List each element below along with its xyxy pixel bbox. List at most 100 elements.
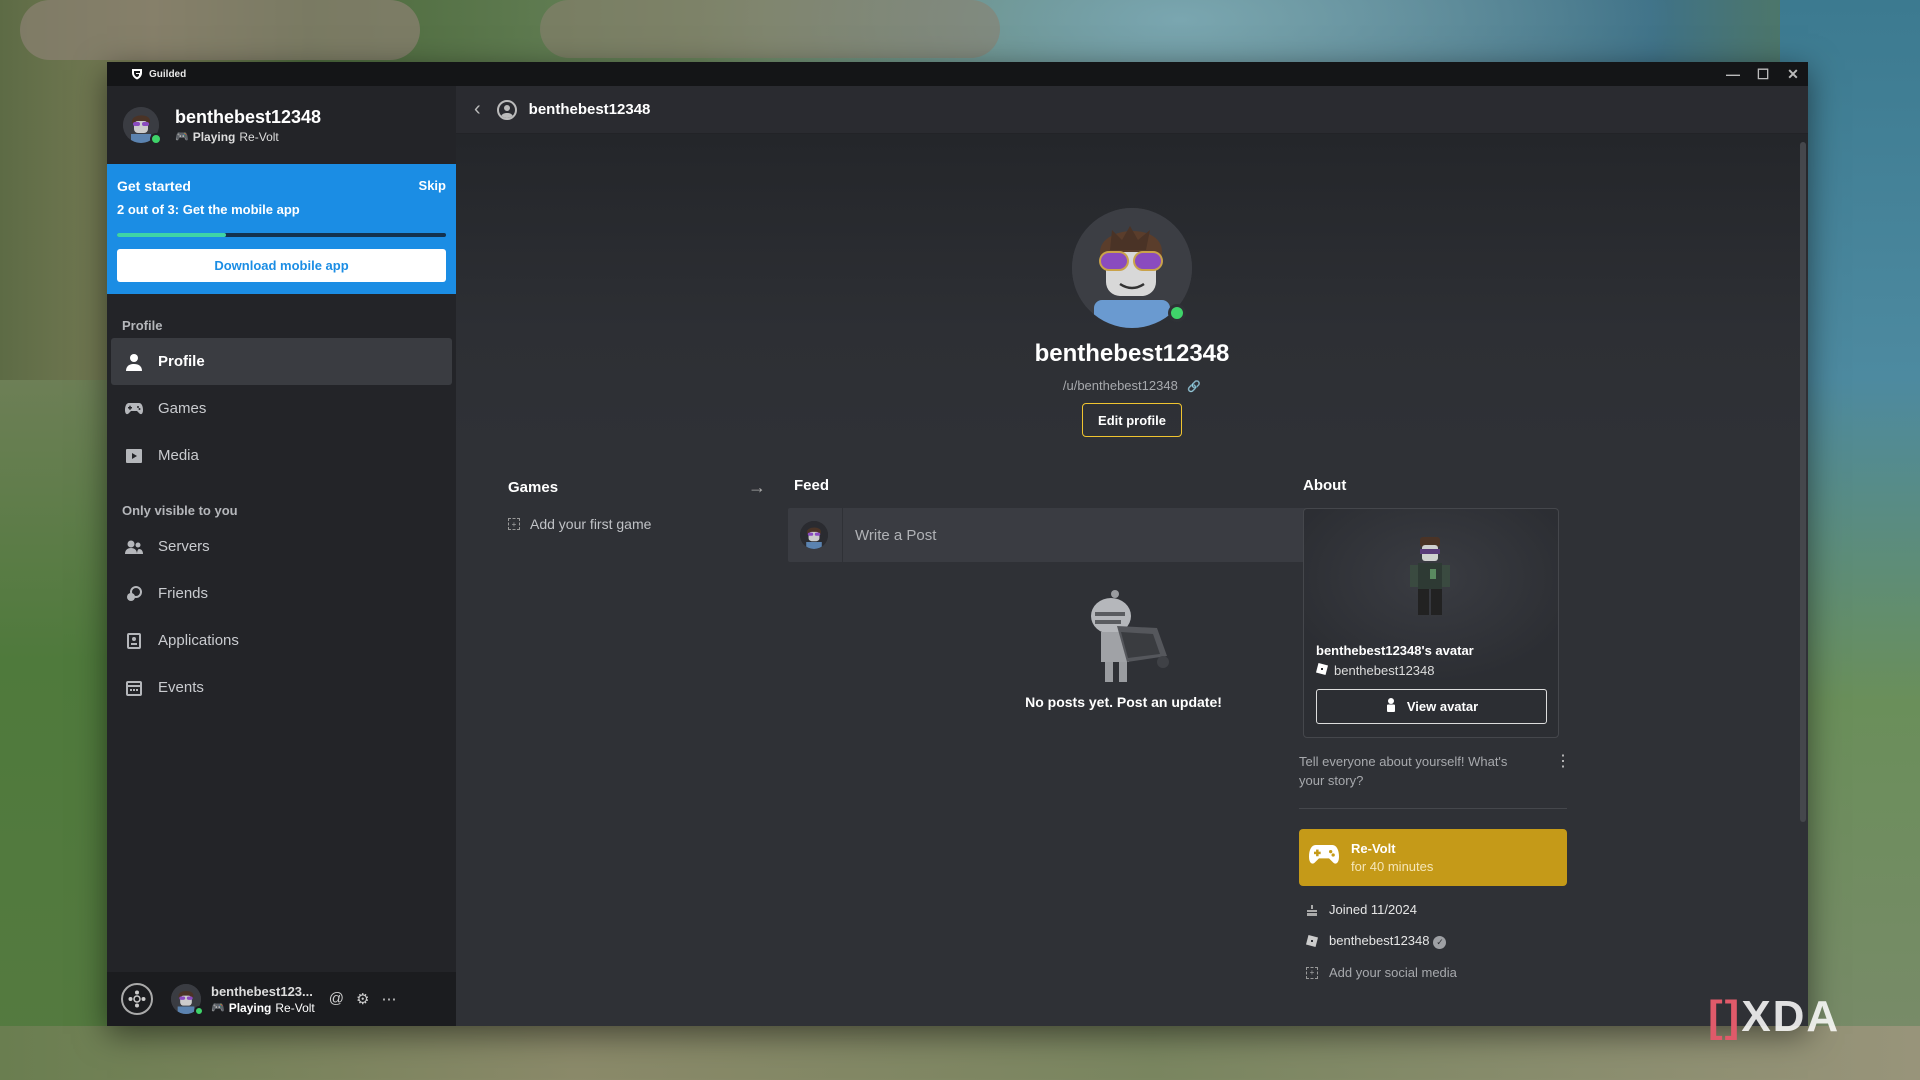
- add-social-media-button[interactable]: + Add your social media: [1299, 965, 1575, 980]
- user-header[interactable]: benthebest12348 🎮 Playing Re-Volt: [107, 86, 456, 164]
- get-started-banner: Get started Skip 2 out of 3: Get the mob…: [107, 164, 456, 294]
- mention-icon[interactable]: @: [329, 990, 344, 1008]
- app-window: Guilded — ☐ ✕ benthebest12348 🎮 Playing …: [107, 62, 1808, 1026]
- desktop-foreground: [0, 1026, 1920, 1080]
- avatar-figure-icon: [1410, 537, 1450, 615]
- footer-user-name: benthebest123...: [211, 983, 313, 999]
- sidebar-item-servers[interactable]: Servers: [111, 523, 452, 570]
- feed-title: Feed: [794, 477, 830, 494]
- sidebar-item-label: Servers: [158, 538, 210, 555]
- xda-watermark-logo: []XDA: [1708, 992, 1840, 1042]
- nav-section-profile: Profile: [122, 318, 163, 333]
- add-icon: +: [508, 518, 520, 530]
- profile-name: benthebest12348: [1034, 340, 1230, 367]
- download-mobile-app-button[interactable]: Download mobile app: [117, 249, 446, 282]
- footer-avatar[interactable]: [171, 984, 204, 1016]
- gamepad-icon: [1309, 845, 1339, 870]
- profile-avatar[interactable]: [1072, 208, 1192, 328]
- sidebar-item-events[interactable]: Events: [111, 664, 452, 711]
- playing-duration: for 40 minutes: [1351, 859, 1434, 874]
- friends-icon: [124, 584, 144, 604]
- get-started-title: Get started: [117, 178, 191, 194]
- write-post-placeholder: Write a Post: [855, 526, 937, 544]
- games-column: Games → + Add your first game: [508, 477, 766, 532]
- status-game: Re-Volt: [239, 129, 279, 144]
- profile-handle-text: /u/benthebest12348: [1062, 378, 1178, 393]
- applications-icon: [124, 631, 144, 651]
- add-first-game-button[interactable]: + Add your first game: [508, 516, 766, 532]
- get-started-step: 2 out of 3: Get the mobile app: [117, 202, 300, 217]
- close-button[interactable]: ✕: [1778, 62, 1808, 86]
- divider: [1299, 808, 1567, 809]
- avatar-card-title: benthebest12348's avatar: [1316, 643, 1474, 658]
- view-avatar-label: View avatar: [1406, 699, 1479, 714]
- add-first-game-label: Add your first game: [530, 516, 652, 532]
- bio: Tell everyone about yourself! What's you…: [1299, 752, 1575, 790]
- top-bar: ‹ benthebest12348: [456, 86, 1808, 134]
- sidebar-item-label: Profile: [158, 353, 205, 370]
- get-started-progress-fill: [117, 233, 226, 237]
- watermark-text: XDA: [1741, 992, 1841, 1041]
- sidebar-item-label: Games: [158, 400, 207, 417]
- roblox-account-row[interactable]: benthebest12348 ✓: [1299, 933, 1575, 949]
- kebab-menu-icon[interactable]: ⋮: [1555, 752, 1571, 790]
- skip-button[interactable]: Skip: [419, 178, 446, 194]
- guilded-logo-icon: [132, 69, 142, 80]
- roblox-icon: [1316, 663, 1328, 678]
- profile-content: ‹ benthebest12348 benthebest12348 /u/ben…: [456, 86, 1808, 1026]
- view-avatar-button[interactable]: View avatar: [1316, 689, 1547, 724]
- sidebar-item-label: Events: [158, 679, 204, 696]
- title-bar: Guilded — ☐ ✕: [107, 62, 1808, 86]
- gamepad-icon: [124, 399, 144, 419]
- gamepad-icon: 🎮: [175, 131, 189, 143]
- avatar-image-icon: [800, 521, 828, 549]
- profile-area: benthebest12348 /u/benthebest12348 🔗 Edi…: [456, 134, 1808, 1026]
- sidebar-item-applications[interactable]: Applications: [111, 617, 452, 664]
- games-title: Games: [508, 479, 559, 496]
- back-arrow-icon[interactable]: ‹: [474, 98, 481, 121]
- link-icon[interactable]: 🔗: [1187, 381, 1201, 393]
- roblox-icon: [1305, 935, 1319, 947]
- avatar-card-user: benthebest12348: [1316, 663, 1434, 678]
- online-status-dot: [150, 133, 162, 145]
- nav-section-private: Only visible to you: [122, 503, 238, 518]
- sidebar-item-friends[interactable]: Friends: [111, 570, 452, 617]
- avatar-figure-small-icon: [1385, 698, 1397, 715]
- minimize-button[interactable]: —: [1718, 62, 1748, 86]
- media-icon: [124, 446, 144, 466]
- sidebar-item-games[interactable]: Games: [111, 385, 452, 432]
- calendar-icon: [124, 678, 144, 698]
- arrow-right-icon[interactable]: →: [748, 477, 766, 498]
- desktop-grass: [0, 380, 108, 1080]
- sidebar-item-media[interactable]: Media: [111, 432, 452, 479]
- online-status-dot: [1168, 304, 1186, 322]
- avatar-card-username: benthebest12348: [1334, 663, 1435, 678]
- more-options-icon[interactable]: ⋯: [381, 990, 396, 1008]
- feed-empty-text: No posts yet. Post an update!: [1025, 694, 1222, 710]
- user-circle-icon: [496, 99, 517, 120]
- servers-icon: [124, 537, 144, 557]
- roblox-username: benthebest12348: [1329, 933, 1430, 948]
- hub-icon[interactable]: [121, 983, 153, 1015]
- profile-hero: benthebest12348 /u/benthebest12348 🔗 Edi…: [456, 208, 1808, 437]
- edit-profile-button[interactable]: Edit profile: [1082, 403, 1182, 437]
- user-avatar[interactable]: [123, 107, 162, 145]
- now-playing-card[interactable]: Re-Volt for 40 minutes: [1299, 829, 1567, 886]
- sidebar-footer: benthebest123... 🎮 Playing Re-Volt @ ⚙ ⋯: [107, 972, 456, 1026]
- avatar: [800, 521, 828, 549]
- joined-text: Joined 11/2024: [1329, 902, 1417, 917]
- online-status-dot: [194, 1006, 204, 1016]
- profile-handle[interactable]: /u/benthebest12348 🔗: [1063, 378, 1201, 393]
- page-title: benthebest12348: [528, 101, 651, 118]
- watermark-bracket: []: [1708, 992, 1742, 1041]
- sidebar: benthebest12348 🎮 Playing Re-Volt Get st…: [107, 86, 456, 1026]
- get-started-progress: [117, 233, 446, 237]
- playing-game: Re-Volt: [1351, 841, 1396, 856]
- maximize-button[interactable]: ☐: [1748, 62, 1778, 86]
- joined-row: Joined 11/2024: [1299, 902, 1575, 917]
- status-game: Re-Volt: [275, 1000, 315, 1015]
- gear-icon[interactable]: ⚙: [356, 990, 369, 1008]
- user-name: benthebest12348: [175, 106, 322, 127]
- status-prefix: Playing: [192, 129, 236, 144]
- sidebar-item-profile[interactable]: Profile: [111, 338, 452, 385]
